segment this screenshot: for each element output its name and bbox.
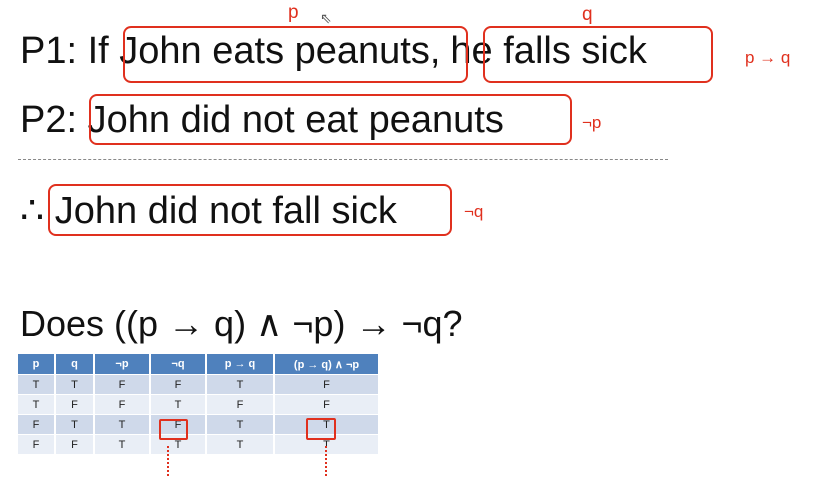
table-cell: T [94, 434, 151, 454]
table-cell: T [94, 414, 151, 435]
table-cell: T [150, 394, 207, 415]
conclusion-formula: ¬q [464, 202, 484, 221]
header-not-p: ¬p [94, 354, 151, 375]
table-row: T T F F T F [18, 374, 380, 395]
premise-1-label: P1: If [20, 30, 120, 72]
table-cell: T [55, 414, 95, 435]
table-cell: F [206, 394, 275, 415]
q-variable-label: q [582, 4, 593, 25]
conjunction-cell-highlight [306, 418, 336, 440]
not-q-dotted-guide [167, 446, 169, 476]
clause-p-highlight-box [123, 26, 468, 83]
premise-2-label: P2: [20, 99, 88, 141]
table-row: T F F T F F [18, 394, 380, 415]
table-cell: T [55, 374, 95, 395]
separator-dashed-line [18, 159, 668, 160]
premise-2-highlight-box [89, 94, 572, 145]
table-cell: F [274, 374, 380, 395]
premise-2-formula: ¬p [582, 113, 602, 132]
truth-table-header-row: p q ¬p ¬q p → q (p → q) ∧ ¬p [18, 354, 380, 375]
header-p: p [18, 354, 56, 375]
conclusion-highlight-box [48, 184, 452, 236]
mouse-cursor-icon: ⇖ [320, 10, 332, 26]
table-cell: F [18, 434, 56, 454]
question-heading: Does ((p → q) ∧ ¬p) → ¬q? [20, 303, 463, 344]
not-q-cell-highlight [159, 419, 188, 440]
table-cell: F [274, 394, 380, 415]
clause-q-highlight-box [483, 26, 713, 83]
table-cell: F [150, 374, 207, 395]
table-cell: T [206, 434, 275, 454]
header-q: q [55, 354, 95, 375]
conjunction-dotted-guide [325, 446, 327, 476]
table-cell: T [206, 414, 275, 435]
table-cell: T [18, 374, 56, 395]
table-cell: T [206, 374, 275, 395]
table-cell: F [18, 414, 56, 435]
premise-1-formula: p → q [745, 48, 791, 67]
header-p-implies-q: p → q [206, 354, 275, 375]
table-cell: F [94, 394, 151, 415]
table-cell: F [94, 374, 151, 395]
header-not-q: ¬q [150, 354, 207, 375]
header-conjunction: (p → q) ∧ ¬p [274, 354, 380, 375]
p-variable-label: p [288, 2, 299, 23]
table-cell: T [18, 394, 56, 415]
table-cell: F [55, 434, 95, 454]
table-cell: F [55, 394, 95, 415]
